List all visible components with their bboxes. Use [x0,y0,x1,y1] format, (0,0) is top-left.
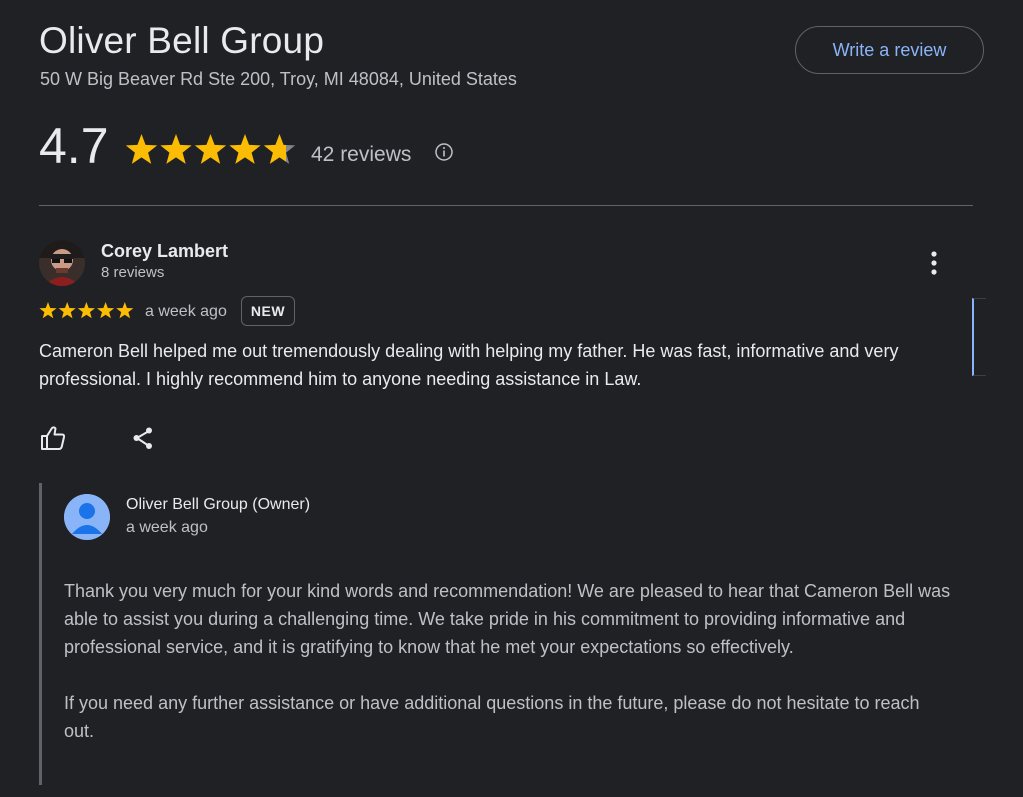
star-icon [194,134,227,164]
business-address: 50 W Big Beaver Rd Ste 200, Troy, MI 480… [40,69,517,89]
star-icon [263,134,296,164]
star-icon [39,302,57,319]
info-icon[interactable] [434,142,454,162]
thumbs-up-icon [41,426,66,450]
like-button[interactable] [37,423,69,453]
reviewer-review-count: 8 reviews [101,264,165,281]
more-vert-icon [931,251,937,275]
review-time: a week ago [145,303,227,320]
star-icon [125,134,158,164]
star-icon [160,134,192,164]
owner-reply-time: a week ago [126,519,208,536]
new-badge: NEW [241,296,295,326]
business-name: Oliver Bell Group [39,20,325,61]
share-icon [133,427,152,449]
reviewer-name[interactable]: Corey Lambert [101,240,228,262]
scroll-indicator[interactable] [972,298,986,376]
owner-avatar [64,494,110,540]
review-stars [39,302,134,319]
reviews-panel: Oliver Bell Group 50 W Big Beaver Rd Ste… [0,0,1023,797]
star-icon [58,302,76,319]
star-icon [77,302,95,319]
owner-reply-paragraph: If you need any further assistance or ha… [64,693,920,741]
average-rating: 4.7 [39,118,109,174]
reviewer-avatar-image [39,240,85,286]
star-icon [116,302,134,319]
owner-name: Oliver Bell Group (Owner) [126,496,311,513]
owner-reply: Oliver Bell Group (Owner) a week ago Tha… [39,483,972,785]
review-text: Cameron Bell helped me out tremendously … [39,341,899,389]
review-count: 42 reviews [311,143,412,166]
average-rating-stars [125,134,296,164]
reviewer-avatar[interactable] [39,240,85,286]
owner-reply-paragraph: Thank you very much for your kind words … [64,581,951,657]
write-review-button[interactable]: Write a review [795,26,984,74]
star-icon [97,302,115,319]
owner-reply-text: Thank you very much for your kind words … [64,577,954,773]
person-icon [64,494,110,540]
more-options-button[interactable] [918,246,950,280]
star-icon [229,134,261,164]
share-button[interactable] [127,423,159,453]
section-divider [39,205,973,206]
